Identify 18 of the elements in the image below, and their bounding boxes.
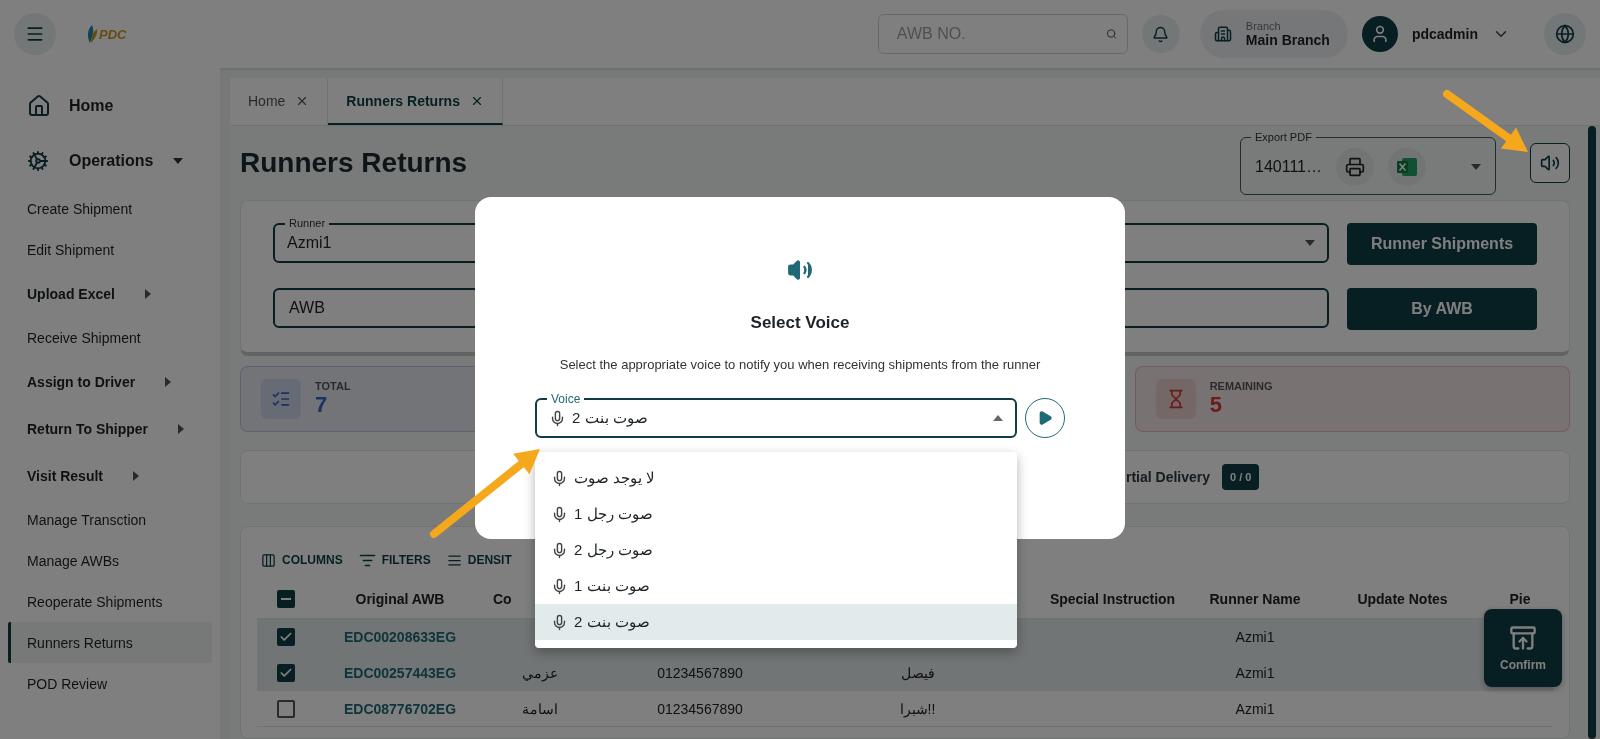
table-cell-text: Azmi1 <box>1234 700 1276 717</box>
table-cell-text: Azmi1 <box>1234 628 1276 645</box>
table-cell-text: 01234567890 <box>656 700 744 717</box>
table-cell-text: اسامة <box>521 700 559 717</box>
table-cell-text: فيصل <box>899 664 936 681</box>
table-cell-text: شبرا!! <box>898 700 937 717</box>
page-title: Runners Returns <box>240 147 468 179</box>
logo-text: PDC <box>99 26 127 42</box>
table-cell-text: Azmi1 <box>1234 664 1276 681</box>
table-cell-text: 01234567890 <box>656 664 744 681</box>
dialog-description: Select the appropriate voice to notify you when receiving shipments from the runner <box>559 357 1041 372</box>
delivery-label: rtial Delivery <box>1126 469 1211 485</box>
field-label: Voice <box>547 392 585 406</box>
table-cell-text: عزمي <box>521 664 559 681</box>
field-label: Runner <box>285 217 330 229</box>
dialog-title: Select Voice <box>750 313 850 333</box>
count-badge: 0 / 0 <box>1222 464 1260 490</box>
field-label: Export PDF <box>1254 131 1313 143</box>
